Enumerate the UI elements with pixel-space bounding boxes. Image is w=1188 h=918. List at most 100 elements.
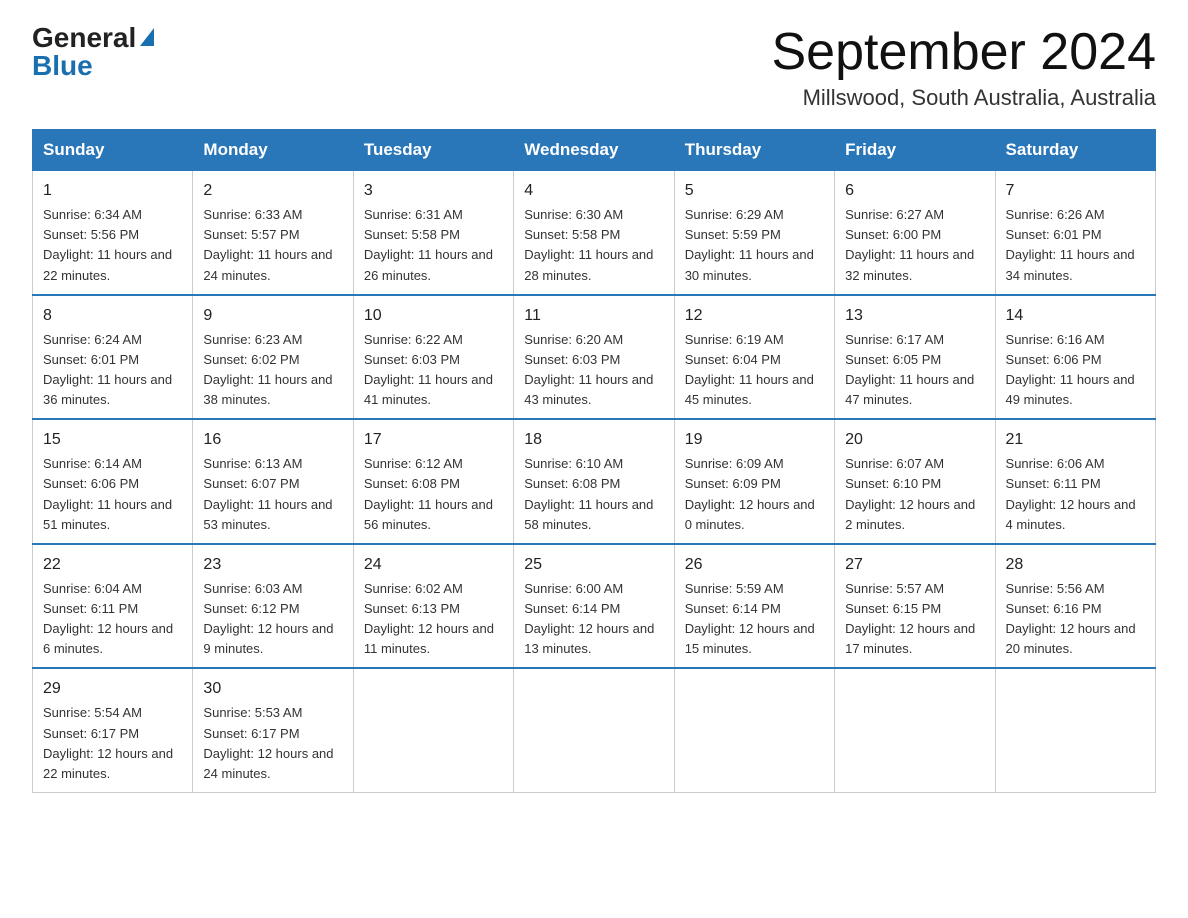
day-info: Sunrise: 6:17 AMSunset: 6:05 PMDaylight:…	[845, 330, 984, 411]
day-info: Sunrise: 5:59 AMSunset: 6:14 PMDaylight:…	[685, 579, 824, 660]
day-number: 17	[364, 428, 503, 452]
day-number: 13	[845, 304, 984, 328]
calendar-cell: 27Sunrise: 5:57 AMSunset: 6:15 PMDayligh…	[835, 544, 995, 669]
calendar-cell: 18Sunrise: 6:10 AMSunset: 6:08 PMDayligh…	[514, 419, 674, 544]
calendar-cell: 7Sunrise: 6:26 AMSunset: 6:01 PMDaylight…	[995, 171, 1155, 295]
calendar-cell: 17Sunrise: 6:12 AMSunset: 6:08 PMDayligh…	[353, 419, 513, 544]
weekday-header-sunday: Sunday	[33, 130, 193, 171]
calendar-cell: 29Sunrise: 5:54 AMSunset: 6:17 PMDayligh…	[33, 668, 193, 792]
calendar-cell: 28Sunrise: 5:56 AMSunset: 6:16 PMDayligh…	[995, 544, 1155, 669]
day-info: Sunrise: 6:13 AMSunset: 6:07 PMDaylight:…	[203, 454, 342, 535]
day-number: 30	[203, 677, 342, 701]
day-info: Sunrise: 6:12 AMSunset: 6:08 PMDaylight:…	[364, 454, 503, 535]
day-number: 1	[43, 179, 182, 203]
day-info: Sunrise: 6:04 AMSunset: 6:11 PMDaylight:…	[43, 579, 182, 660]
day-info: Sunrise: 6:30 AMSunset: 5:58 PMDaylight:…	[524, 205, 663, 286]
weekday-header-saturday: Saturday	[995, 130, 1155, 171]
calendar-cell: 8Sunrise: 6:24 AMSunset: 6:01 PMDaylight…	[33, 295, 193, 420]
calendar-cell: 25Sunrise: 6:00 AMSunset: 6:14 PMDayligh…	[514, 544, 674, 669]
day-number: 16	[203, 428, 342, 452]
calendar-table: SundayMondayTuesdayWednesdayThursdayFrid…	[32, 129, 1156, 793]
calendar-cell: 21Sunrise: 6:06 AMSunset: 6:11 PMDayligh…	[995, 419, 1155, 544]
calendar-cell	[995, 668, 1155, 792]
day-info: Sunrise: 6:07 AMSunset: 6:10 PMDaylight:…	[845, 454, 984, 535]
day-info: Sunrise: 6:27 AMSunset: 6:00 PMDaylight:…	[845, 205, 984, 286]
page-header: General Blue September 2024 Millswood, S…	[32, 24, 1156, 111]
calendar-title: September 2024	[772, 24, 1157, 81]
calendar-cell: 20Sunrise: 6:07 AMSunset: 6:10 PMDayligh…	[835, 419, 995, 544]
day-number: 8	[43, 304, 182, 328]
weekday-header-wednesday: Wednesday	[514, 130, 674, 171]
logo-general: General	[32, 24, 136, 52]
calendar-cell	[353, 668, 513, 792]
calendar-cell: 9Sunrise: 6:23 AMSunset: 6:02 PMDaylight…	[193, 295, 353, 420]
day-number: 11	[524, 304, 663, 328]
day-number: 26	[685, 553, 824, 577]
day-info: Sunrise: 6:00 AMSunset: 6:14 PMDaylight:…	[524, 579, 663, 660]
day-number: 19	[685, 428, 824, 452]
calendar-cell: 16Sunrise: 6:13 AMSunset: 6:07 PMDayligh…	[193, 419, 353, 544]
title-section: September 2024 Millswood, South Australi…	[772, 24, 1157, 111]
calendar-cell: 5Sunrise: 6:29 AMSunset: 5:59 PMDaylight…	[674, 171, 834, 295]
day-info: Sunrise: 6:16 AMSunset: 6:06 PMDaylight:…	[1006, 330, 1145, 411]
day-info: Sunrise: 6:34 AMSunset: 5:56 PMDaylight:…	[43, 205, 182, 286]
calendar-cell: 30Sunrise: 5:53 AMSunset: 6:17 PMDayligh…	[193, 668, 353, 792]
weekday-header-row: SundayMondayTuesdayWednesdayThursdayFrid…	[33, 130, 1156, 171]
day-number: 15	[43, 428, 182, 452]
day-info: Sunrise: 5:53 AMSunset: 6:17 PMDaylight:…	[203, 703, 342, 784]
calendar-cell: 22Sunrise: 6:04 AMSunset: 6:11 PMDayligh…	[33, 544, 193, 669]
day-info: Sunrise: 6:26 AMSunset: 6:01 PMDaylight:…	[1006, 205, 1145, 286]
day-info: Sunrise: 6:20 AMSunset: 6:03 PMDaylight:…	[524, 330, 663, 411]
day-number: 7	[1006, 179, 1145, 203]
day-number: 23	[203, 553, 342, 577]
calendar-week-row: 15Sunrise: 6:14 AMSunset: 6:06 PMDayligh…	[33, 419, 1156, 544]
day-number: 27	[845, 553, 984, 577]
calendar-cell: 12Sunrise: 6:19 AMSunset: 6:04 PMDayligh…	[674, 295, 834, 420]
weekday-header-thursday: Thursday	[674, 130, 834, 171]
calendar-cell: 15Sunrise: 6:14 AMSunset: 6:06 PMDayligh…	[33, 419, 193, 544]
logo: General Blue	[32, 24, 154, 80]
logo-triangle-icon	[140, 28, 154, 46]
day-number: 6	[845, 179, 984, 203]
day-info: Sunrise: 6:23 AMSunset: 6:02 PMDaylight:…	[203, 330, 342, 411]
calendar-cell: 2Sunrise: 6:33 AMSunset: 5:57 PMDaylight…	[193, 171, 353, 295]
day-number: 9	[203, 304, 342, 328]
day-number: 22	[43, 553, 182, 577]
day-info: Sunrise: 6:31 AMSunset: 5:58 PMDaylight:…	[364, 205, 503, 286]
day-info: Sunrise: 6:33 AMSunset: 5:57 PMDaylight:…	[203, 205, 342, 286]
day-number: 18	[524, 428, 663, 452]
calendar-cell: 23Sunrise: 6:03 AMSunset: 6:12 PMDayligh…	[193, 544, 353, 669]
day-number: 10	[364, 304, 503, 328]
day-number: 24	[364, 553, 503, 577]
calendar-week-row: 1Sunrise: 6:34 AMSunset: 5:56 PMDaylight…	[33, 171, 1156, 295]
weekday-header-monday: Monday	[193, 130, 353, 171]
logo-blue: Blue	[32, 52, 93, 80]
day-number: 25	[524, 553, 663, 577]
day-info: Sunrise: 6:19 AMSunset: 6:04 PMDaylight:…	[685, 330, 824, 411]
calendar-cell	[674, 668, 834, 792]
calendar-cell: 13Sunrise: 6:17 AMSunset: 6:05 PMDayligh…	[835, 295, 995, 420]
day-number: 28	[1006, 553, 1145, 577]
calendar-cell: 10Sunrise: 6:22 AMSunset: 6:03 PMDayligh…	[353, 295, 513, 420]
day-number: 3	[364, 179, 503, 203]
day-info: Sunrise: 6:24 AMSunset: 6:01 PMDaylight:…	[43, 330, 182, 411]
calendar-cell	[835, 668, 995, 792]
day-info: Sunrise: 6:03 AMSunset: 6:12 PMDaylight:…	[203, 579, 342, 660]
day-number: 14	[1006, 304, 1145, 328]
calendar-cell: 1Sunrise: 6:34 AMSunset: 5:56 PMDaylight…	[33, 171, 193, 295]
calendar-cell: 14Sunrise: 6:16 AMSunset: 6:06 PMDayligh…	[995, 295, 1155, 420]
calendar-cell: 4Sunrise: 6:30 AMSunset: 5:58 PMDaylight…	[514, 171, 674, 295]
calendar-cell: 19Sunrise: 6:09 AMSunset: 6:09 PMDayligh…	[674, 419, 834, 544]
calendar-subtitle: Millswood, South Australia, Australia	[772, 85, 1157, 111]
calendar-cell: 11Sunrise: 6:20 AMSunset: 6:03 PMDayligh…	[514, 295, 674, 420]
calendar-week-row: 29Sunrise: 5:54 AMSunset: 6:17 PMDayligh…	[33, 668, 1156, 792]
day-info: Sunrise: 6:06 AMSunset: 6:11 PMDaylight:…	[1006, 454, 1145, 535]
day-info: Sunrise: 5:57 AMSunset: 6:15 PMDaylight:…	[845, 579, 984, 660]
day-info: Sunrise: 6:09 AMSunset: 6:09 PMDaylight:…	[685, 454, 824, 535]
day-number: 5	[685, 179, 824, 203]
calendar-cell: 24Sunrise: 6:02 AMSunset: 6:13 PMDayligh…	[353, 544, 513, 669]
calendar-cell: 6Sunrise: 6:27 AMSunset: 6:00 PMDaylight…	[835, 171, 995, 295]
day-number: 21	[1006, 428, 1145, 452]
calendar-week-row: 8Sunrise: 6:24 AMSunset: 6:01 PMDaylight…	[33, 295, 1156, 420]
calendar-week-row: 22Sunrise: 6:04 AMSunset: 6:11 PMDayligh…	[33, 544, 1156, 669]
